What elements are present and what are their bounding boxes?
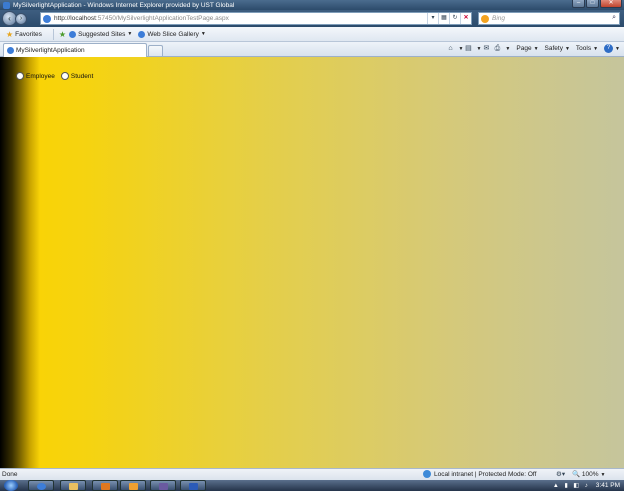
add-favorite-icon[interactable]: ★ [59,30,66,39]
feeds-icon[interactable]: ▤ [463,44,473,53]
chevron-down-icon: ▼ [127,31,133,37]
status-text: Done [2,471,18,478]
zoom-level[interactable]: 🔍 100% ▼ [572,470,605,478]
refresh-icon[interactable]: ↻ [449,13,460,24]
tab-bar: MySilverlightApplication ⌂ ▼ ▤ ▼ ✉ ⎙ ▼ P… [0,42,624,57]
system-tray: ▲ ▮ ◧ ♪ 3:41 PM [553,480,620,491]
navigation-bar: ‹ › http://localhost:57450/MySilverlight… [0,10,624,27]
radio-circle[interactable] [16,72,24,80]
radio-employee[interactable]: Employee [16,72,55,80]
stop-icon[interactable]: ✕ [460,13,471,24]
person-type-radio-group: Employee Student [16,72,99,80]
search-placeholder: Bing [492,15,506,22]
address-url[interactable]: http://localhost:57450/MySilverlightAppl… [54,15,229,22]
chevron-down-icon: ▼ [200,31,206,37]
window-controls: – □ ✕ [571,0,622,8]
status-bar: Done Local intranet | Protected Mode: Of… [0,468,624,480]
ie-app-icon [3,1,10,9]
taskbar-app[interactable] [150,480,176,491]
forward-button[interactable]: › [15,12,27,25]
dropdown-icon[interactable]: ▾ [427,13,438,24]
safety-menu[interactable]: Safety ▼ [545,45,570,52]
address-field[interactable]: http://localhost:57450/MySilverlightAppl… [40,12,472,25]
tray-icons[interactable]: ▲ ▮ ◧ ♪ [553,482,590,489]
maximize-button[interactable]: □ [586,0,599,8]
start-button[interactable] [4,480,18,491]
help-icon[interactable]: ? [604,44,614,53]
favorites-item-web-slice-gallery[interactable]: Web Slice Gallery ▼ [138,30,206,38]
address-tools: ▾ ▦ ↻ ✕ [427,13,471,24]
taskbar-word[interactable] [180,480,206,491]
bing-icon [481,14,489,23]
favorites-button[interactable]: ★ Favorites [6,30,42,39]
radio-student[interactable]: Student [60,72,93,80]
favorites-separator [52,28,54,40]
taskbar-explorer[interactable] [60,480,86,491]
page-icon [43,14,51,23]
ie-icon [7,47,14,54]
compatibility-icon[interactable]: ▦ [438,13,449,24]
window-title-bar: MySilverlightApplication - Windows Inter… [0,0,624,10]
taskbar-ie[interactable] [28,480,54,491]
chevron-down-icon[interactable]: ▼ [615,46,620,52]
protected-mode-icon[interactable]: ⚙▾ [556,470,565,478]
close-button[interactable]: ✕ [600,0,622,8]
print-icon[interactable]: ⎙ [492,44,502,53]
globe-icon [423,470,431,478]
mail-icon[interactable]: ✉ [481,44,491,53]
command-bar: ⌂ ▼ ▤ ▼ ✉ ⎙ ▼ Page ▼ Safety ▼ Tools ▼ ? ▼ [446,44,620,53]
new-tab-button[interactable] [148,45,163,56]
silverlight-content: Employee Student [0,57,624,468]
taskbar: ▲ ▮ ◧ ♪ 3:41 PM [0,480,624,491]
favorites-bar: ★ Favorites ★ Suggested Sites ▼ Web Slic… [0,27,624,42]
window-title: MySilverlightApplication - Windows Inter… [13,1,235,9]
minimize-button[interactable]: – [572,0,585,8]
search-icon[interactable]: ⌕ [612,14,616,22]
clock[interactable]: 3:41 PM [596,482,620,489]
chevron-down-icon[interactable]: ▼ [505,46,510,52]
taskbar-outlook[interactable] [120,480,146,491]
tab-mysilverlightapplication[interactable]: MySilverlightApplication [3,43,147,57]
home-icon[interactable]: ⌂ [446,44,456,53]
favorites-item-suggested-sites[interactable]: Suggested Sites ▼ [69,30,133,38]
page-menu[interactable]: Page ▼ [516,45,538,52]
taskbar-media-player[interactable] [92,480,118,491]
star-icon: ★ [6,29,14,39]
ie-icon [69,30,77,38]
radio-circle[interactable] [60,72,69,80]
ie-icon [138,30,146,38]
tools-menu[interactable]: Tools ▼ [576,45,598,52]
search-input[interactable]: Bing ⌕ [478,12,620,25]
security-zone[interactable]: Local intranet | Protected Mode: Off [423,470,536,478]
